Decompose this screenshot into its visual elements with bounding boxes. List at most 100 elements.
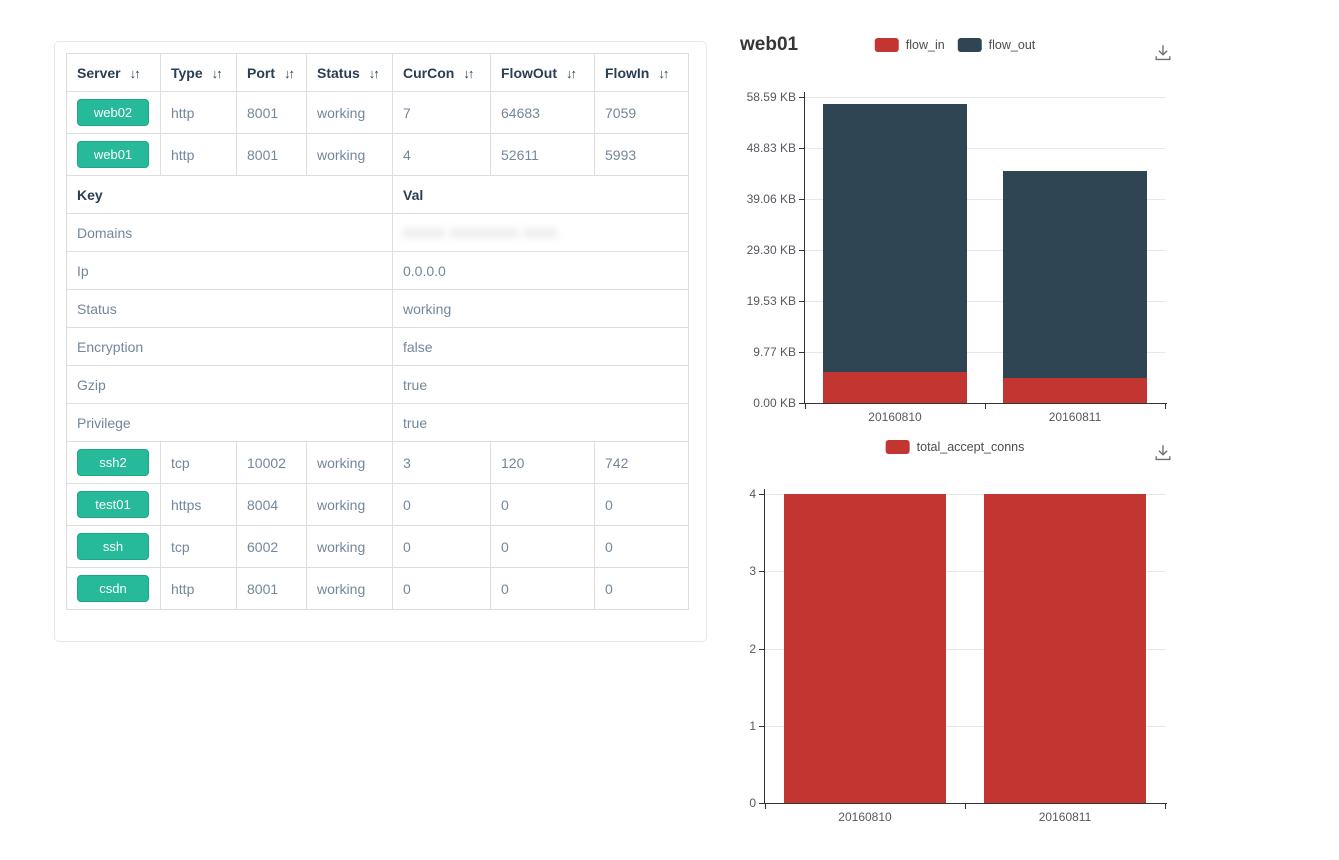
flow-chart: web01 flow_inflow_out 0.00 KB9.77 KB19.5… (720, 18, 1190, 430)
cell-server: test01 (67, 484, 161, 526)
x-axis-label: 20160811 (1039, 810, 1092, 824)
bar-flow_out-20160810 (823, 104, 967, 372)
legend-swatch (886, 440, 910, 454)
col-header-label: FlowOut (501, 65, 557, 81)
cell-curcon: 7 (393, 92, 491, 134)
cell-server: ssh2 (67, 442, 161, 484)
cell-type: http (161, 92, 237, 134)
sort-icon: ↓↑ (566, 66, 575, 81)
cell-status: working (307, 484, 393, 526)
cell-status: working (307, 526, 393, 568)
x-axis-tick (965, 804, 966, 809)
y-axis-label: 2 (749, 642, 756, 656)
table-row: sshtcp6002working000 (67, 526, 689, 568)
kv-header-key: Key (67, 176, 393, 214)
y-axis-label: 0.00 KB (753, 396, 796, 410)
server-button-test01[interactable]: test01 (77, 491, 149, 518)
cell-port: 6002 (237, 526, 307, 568)
y-axis-label: 48.83 KB (747, 141, 796, 155)
sort-icon: ↓↑ (369, 66, 378, 81)
cell-flowin: 0 (595, 484, 689, 526)
server-button-ssh2[interactable]: ssh2 (77, 449, 149, 476)
y-axis-label: 0 (749, 796, 756, 810)
y-axis-label: 4 (749, 487, 756, 501)
cell-flowout: 0 (491, 484, 595, 526)
cell-port: 8001 (237, 92, 307, 134)
cell-port: 10002 (237, 442, 307, 484)
table-row: test01https8004working000 (67, 484, 689, 526)
col-header-port[interactable]: Port ↓↑ (237, 54, 307, 92)
sort-icon: ↓↑ (284, 66, 293, 81)
cell-port: 8001 (237, 568, 307, 610)
legend-item-total_accept_conns[interactable]: total_accept_conns (886, 440, 1025, 454)
y-axis-line (764, 489, 765, 803)
table-row: web02http8001working7646837059 (67, 92, 689, 134)
cell-flowout: 52611 (491, 134, 595, 176)
col-header-label: CurCon (403, 65, 454, 81)
save-as-image-button[interactable] (1152, 42, 1174, 67)
col-header-flowin[interactable]: FlowIn↓↑ (595, 54, 689, 92)
conns-chart: total_accept_conns 012342016081020160811 (720, 432, 1190, 834)
cell-flowin: 5993 (595, 134, 689, 176)
table-row: ssh2tcp10002working3120742 (67, 442, 689, 484)
col-header-label: Type (171, 65, 203, 81)
legend-label: flow_in (906, 38, 945, 52)
col-header-flowout[interactable]: FlowOut ↓↑ (491, 54, 595, 92)
legend-item-flow_out[interactable]: flow_out (958, 38, 1036, 52)
cell-type: https (161, 484, 237, 526)
y-axis-label: 58.59 KB (747, 90, 796, 104)
col-header-type[interactable]: Type ↓↑ (161, 54, 237, 92)
chart-legend: flow_in flow_out (875, 38, 1035, 52)
kv-key: Encryption (67, 328, 393, 366)
cell-curcon: 0 (393, 568, 491, 610)
col-header-label: Port (247, 65, 275, 81)
server-table-body: web02http8001working7646837059web01http8… (67, 92, 689, 610)
cell-flowout: 0 (491, 526, 595, 568)
cell-curcon: 4 (393, 134, 491, 176)
server-button-web01[interactable]: web01 (77, 141, 149, 168)
col-header-status[interactable]: Status ↓↑ (307, 54, 393, 92)
server-button-ssh[interactable]: ssh (77, 533, 149, 560)
server-table-header: Server↓↑Type↓↑Port↓↑Status↓↑CurCon↓↑Flow… (67, 54, 689, 92)
table-row: web01http8001working4526115993 (67, 134, 689, 176)
cell-type: http (161, 134, 237, 176)
x-axis-tick (765, 804, 766, 809)
download-icon (1152, 42, 1174, 64)
server-button-web02[interactable]: web02 (77, 99, 149, 126)
chart-plot: 0.00 KB9.77 KB19.53 KB29.30 KB39.06 KB48… (805, 97, 1165, 403)
legend-swatch (958, 38, 982, 52)
cell-curcon: 3 (393, 442, 491, 484)
col-header-label: Server (77, 65, 121, 81)
kv-row: Ip0.0.0.0 (67, 252, 689, 290)
sort-icon: ↓↑ (463, 66, 472, 81)
legend-item-flow_in[interactable]: flow_in (875, 38, 945, 52)
kv-key: Privilege (67, 404, 393, 442)
x-axis-tick (985, 404, 986, 409)
cell-server: csdn (67, 568, 161, 610)
cell-status: working (307, 568, 393, 610)
col-header-label: Status (317, 65, 360, 81)
blurred-domains-value: xxxxx xxxxxxxx xxxx (403, 224, 558, 241)
col-header-server[interactable]: Server↓↑ (67, 54, 161, 92)
kv-val: 0.0.0.0 (393, 252, 689, 290)
cell-type: tcp (161, 442, 237, 484)
legend-swatch (875, 38, 899, 52)
x-axis-tick (1165, 804, 1166, 809)
x-axis-tick (1165, 404, 1166, 409)
sort-icon: ↓↑ (212, 66, 221, 81)
kv-val: false (393, 328, 689, 366)
bar-flow_in-20160810 (823, 372, 967, 403)
y-axis-label: 3 (749, 564, 756, 578)
server-button-csdn[interactable]: csdn (77, 575, 149, 602)
kv-val: true (393, 404, 689, 442)
legend-label: total_accept_conns (917, 440, 1025, 454)
save-as-image-button[interactable] (1152, 442, 1174, 467)
y-axis-label: 19.53 KB (747, 294, 796, 308)
col-header-label: FlowIn (605, 65, 649, 81)
cell-curcon: 0 (393, 484, 491, 526)
gridline (805, 97, 1165, 98)
cell-port: 8004 (237, 484, 307, 526)
kv-key: Domains (67, 214, 393, 252)
col-header-curcon[interactable]: CurCon ↓↑ (393, 54, 491, 92)
kv-val: working (393, 290, 689, 328)
